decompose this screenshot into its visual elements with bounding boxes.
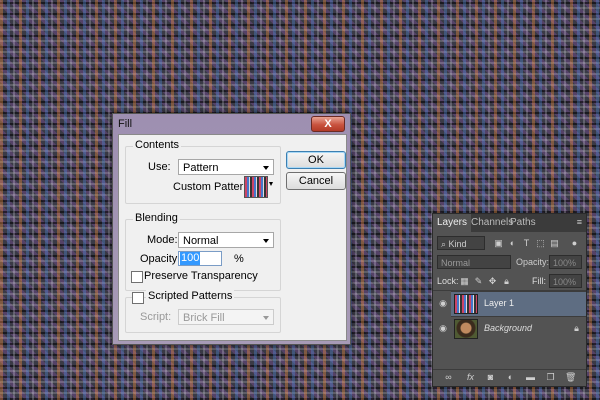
use-label: Use:: [148, 161, 171, 173]
new-layer-icon[interactable]: ❐: [545, 372, 556, 383]
panel-opacity-value: 100%: [553, 258, 577, 268]
panel-bottom-bar: ∞ fx ◙ ◐ ▬ ❐ 🗑︎: [433, 369, 586, 386]
layer-row-background[interactable]: Background 🔒︎: [451, 316, 586, 341]
lock-label: Lock:: [437, 276, 459, 286]
filter-toggle-icon[interactable]: ●: [569, 238, 580, 249]
blend-mode-value: Normal: [441, 258, 471, 268]
lock-position-icon[interactable]: ✥: [487, 276, 498, 287]
script-select[interactable]: Brick Fill: [178, 309, 274, 325]
trash-icon[interactable]: 🗑︎: [565, 372, 576, 383]
blend-row: Normal Opacity: 100%: [433, 254, 586, 270]
eye-icon[interactable]: ◉: [438, 291, 448, 315]
eye-icon[interactable]: ◉: [438, 316, 448, 340]
script-value: Brick Fill: [183, 312, 225, 324]
layer-name: Layer 1: [484, 298, 515, 308]
layers-list: ◉ Layer 1 ◉ Background 🔒︎: [433, 290, 586, 341]
shape-filter-icon[interactable]: ⬚: [535, 238, 546, 249]
folder-icon[interactable]: ▬: [525, 372, 536, 383]
script-label: Script:: [140, 311, 172, 323]
adjustment-icon[interactable]: ◐: [505, 372, 516, 383]
panel-opacity-label: Opacity:: [516, 257, 550, 267]
pattern-picker-arrow-icon[interactable]: [269, 182, 273, 186]
scripted-patterns-group: Scripted Patterns Script: Brick Fill: [125, 290, 281, 333]
mode-select[interactable]: Normal: [178, 232, 274, 248]
chevron-down-icon: [263, 316, 269, 320]
opacity-unit: %: [234, 253, 244, 265]
mode-value: Normal: [183, 235, 219, 247]
filter-kind-value: Kind: [448, 239, 467, 249]
layers-panel: Layers Channels Paths ≡ ⌕ Kind ▣ ◐ T ⬚ ▤…: [432, 213, 587, 387]
chevron-down-icon: [263, 239, 269, 243]
tab-layers[interactable]: Layers: [433, 214, 472, 232]
pattern-picker-swatch[interactable]: [244, 176, 268, 198]
panel-opacity-input[interactable]: 100%: [549, 255, 582, 269]
lock-icon: 🔒︎: [574, 323, 579, 333]
mask-icon[interactable]: ◙: [485, 372, 496, 383]
close-button[interactable]: X: [311, 116, 345, 132]
opacity-label: Opacity:: [140, 253, 181, 265]
fill-dialog: Fill X Contents Use: Pattern Custom Patt…: [112, 113, 351, 345]
blending-legend: Blending: [133, 212, 180, 224]
scripted-patterns-checkbox[interactable]: [132, 292, 144, 304]
smart-object-filter-icon[interactable]: ▤: [549, 238, 560, 249]
cancel-button[interactable]: Cancel: [286, 172, 346, 190]
ok-button[interactable]: OK: [286, 151, 346, 169]
preserve-transparency-checkbox[interactable]: [131, 271, 143, 283]
filter-kind-select[interactable]: ⌕ Kind: [437, 236, 485, 250]
use-value: Pattern: [183, 162, 219, 174]
panel-menu-icon[interactable]: ≡: [577, 217, 582, 227]
dialog-title: Fill: [118, 118, 133, 130]
use-select[interactable]: Pattern: [178, 159, 274, 175]
type-filter-icon[interactable]: T: [521, 238, 532, 249]
fill-input[interactable]: 100%: [549, 274, 582, 288]
filter-row: ⌕ Kind ▣ ◐ T ⬚ ▤ ●: [433, 235, 586, 251]
fill-value: 100%: [553, 277, 577, 287]
dialog-body: Contents Use: Pattern Custom Pattern: Bl…: [118, 134, 347, 341]
chevron-down-icon: [263, 166, 269, 170]
layer-thumbnail: [454, 294, 478, 314]
dialog-titlebar[interactable]: Fill X: [113, 114, 350, 134]
tab-paths[interactable]: Paths: [506, 214, 540, 232]
panel-tabs: Layers Channels Paths ≡: [433, 214, 586, 232]
opacity-input[interactable]: 100: [178, 251, 222, 266]
custom-pattern-label: Custom Pattern:: [173, 181, 253, 193]
preserve-transparency-label: Preserve Transparency: [144, 270, 258, 282]
pixel-filter-icon[interactable]: ▣: [493, 238, 504, 249]
lock-row: Lock: ▦ ✎ ✥ 🔒︎ Fill: 100%: [433, 273, 586, 289]
lock-image-icon[interactable]: ✎: [473, 276, 484, 287]
link-icon[interactable]: ∞: [443, 372, 454, 383]
scripted-patterns-label: Scripted Patterns: [146, 290, 235, 302]
layer-row-layer-1[interactable]: Layer 1: [451, 291, 586, 316]
fx-icon[interactable]: fx: [465, 372, 476, 383]
lock-all-icon[interactable]: 🔒︎: [501, 276, 512, 287]
blend-mode-select[interactable]: Normal: [437, 255, 511, 269]
layer-thumbnail: [454, 319, 478, 339]
contents-group: Contents Use: Pattern Custom Pattern:: [125, 139, 281, 204]
blending-group: Blending Mode: Normal Opacity: 100 % Pre…: [125, 212, 281, 291]
contents-legend: Contents: [133, 139, 182, 151]
adjustment-filter-icon[interactable]: ◐: [507, 238, 518, 249]
lock-transparent-icon[interactable]: ▦: [459, 276, 470, 287]
fill-label: Fill:: [532, 276, 546, 286]
opacity-value: 100: [180, 252, 201, 265]
search-icon: ⌕: [441, 239, 449, 249]
layer-name: Background: [484, 323, 533, 333]
mode-label: Mode:: [147, 234, 178, 246]
